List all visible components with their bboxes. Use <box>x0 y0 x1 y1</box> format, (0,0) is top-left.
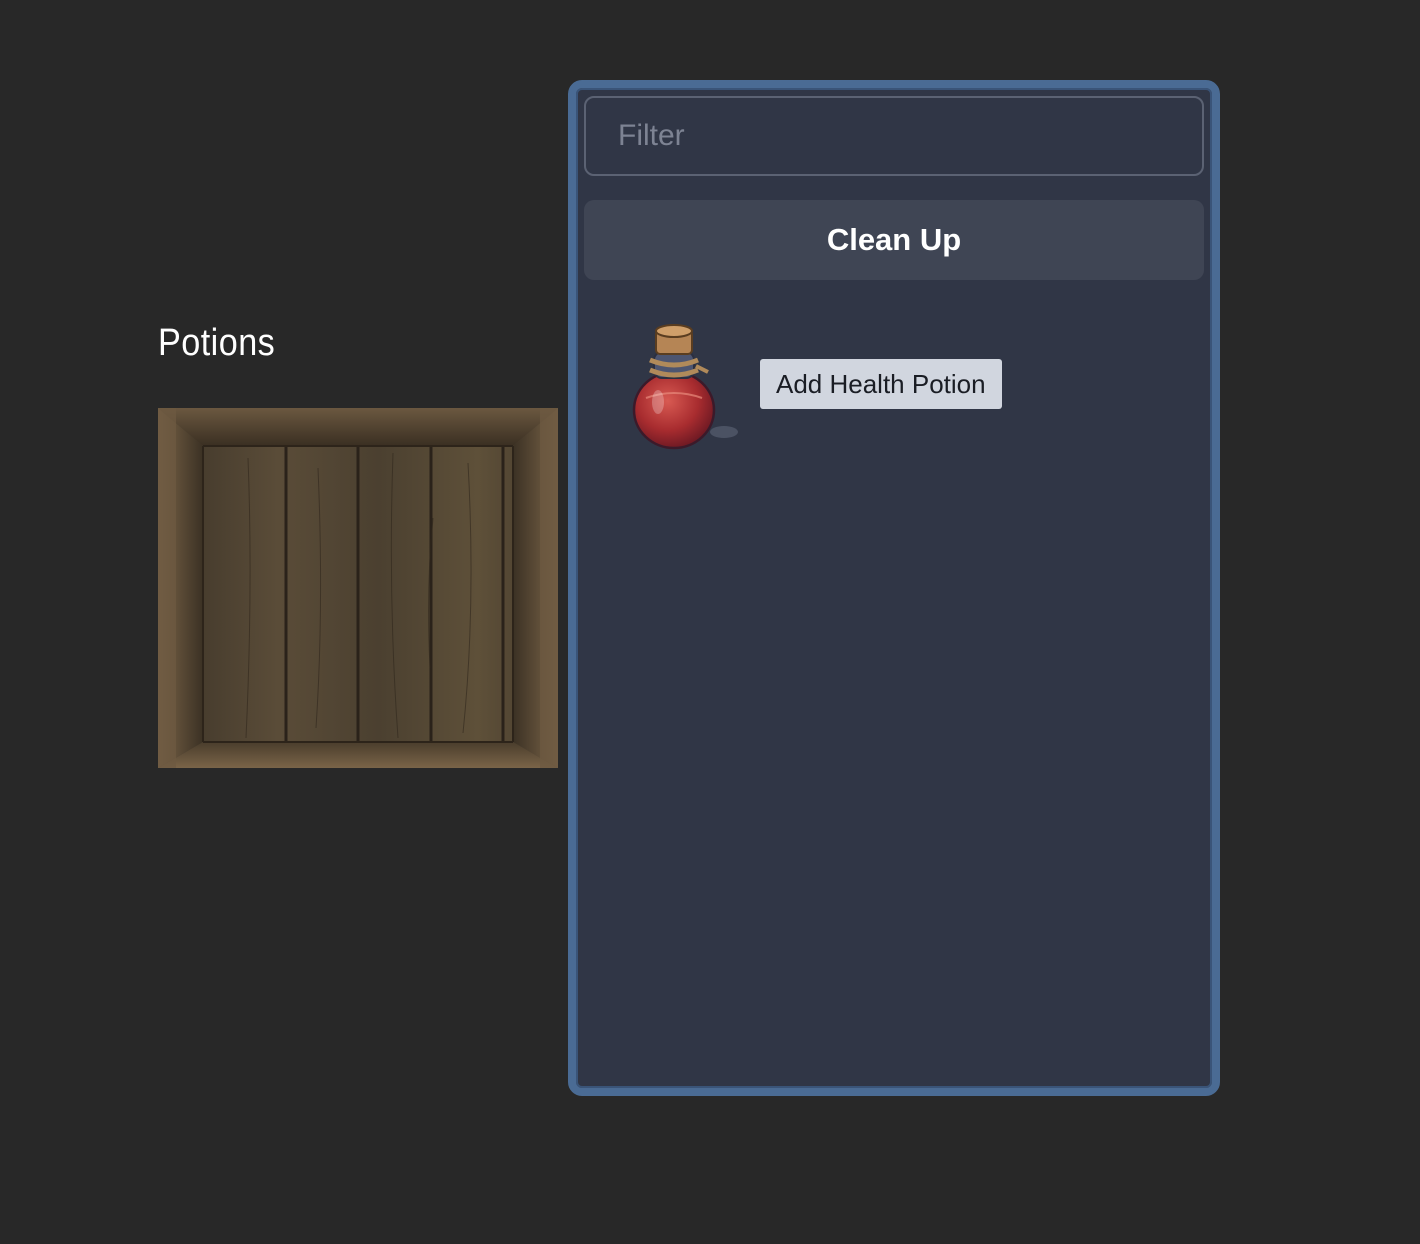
filter-input[interactable] <box>584 96 1204 176</box>
potion-icon <box>632 324 738 450</box>
page: Potions Filter Clean Up Add Health Potio… <box>0 0 1420 1244</box>
inventory-item: Add Health Potion <box>612 314 1192 454</box>
add-health-potion-button[interactable]: Add Health Potion <box>760 359 1002 409</box>
crate-image[interactable] <box>158 408 558 768</box>
crate-title: Potions <box>158 322 276 364</box>
clean-up-button[interactable]: Clean Up <box>584 200 1204 280</box>
inventory-panel: Clean Up <box>568 80 1220 1096</box>
